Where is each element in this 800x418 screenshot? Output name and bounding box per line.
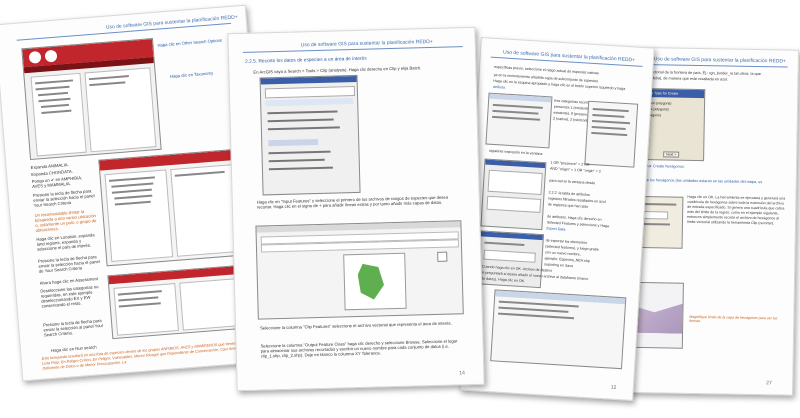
document-page-14: Uso de software GIS para sustentar la pl… xyxy=(227,26,485,392)
next-button[interactable]: Next > xyxy=(663,151,680,158)
step-item: Deseleccione las categorías no requerida… xyxy=(40,284,99,309)
query-builder-screenshot xyxy=(480,158,547,231)
page-number: 14 xyxy=(459,370,465,377)
step-item: Seleccione la columna "Output Feature Cl… xyxy=(260,338,458,359)
batch-clip-screenshot xyxy=(255,220,464,320)
step-item: Presione la tecla de flecha para enviar … xyxy=(42,317,104,338)
body-text: existente), 6 (presencia xyxy=(553,110,591,117)
body-text: para cerrar la ventana desde xyxy=(549,178,596,186)
step-item: Haga clic en Run search xyxy=(50,344,97,353)
arcgis-search-screenshot xyxy=(259,74,361,196)
step-item: Haga clic en OK. La herramienta se ejecu… xyxy=(686,194,786,226)
section-heading: 2.2.5. Recorte los datos de especies a u… xyxy=(245,56,367,65)
page-header: Uso de software GIS para sustentar la pl… xyxy=(653,56,787,65)
callout-label: Haga clic en Taxonomy xyxy=(169,70,214,79)
step-item: Presione la tecla de flecha para enviar … xyxy=(37,254,100,274)
attribute-table-screenshot xyxy=(485,92,553,149)
body-text: siguiente expresión en la ventana xyxy=(488,148,543,156)
step-item: Haga clic en Location, expanda land regi… xyxy=(36,232,95,252)
step-item: En ArcGIS vaya a Search > Tools > Clip (… xyxy=(253,65,422,75)
tip-note: Un recomendable limitar la búsqueda a un… xyxy=(34,208,97,233)
save-file-screenshot xyxy=(490,289,627,370)
body-text: AND "origin" = 1 OR "origin" = 2 xyxy=(549,166,601,174)
body-text: de registros que han sido xyxy=(547,202,589,209)
step-item: Ponga un ✔ en AMPHIBIA, AVES y MAMMALIA. xyxy=(31,175,83,189)
iucn-assessment-screenshot xyxy=(107,264,254,340)
image-caption: Magnifique límite de la capa de hexágono… xyxy=(689,314,778,324)
page-number: 12 xyxy=(610,384,617,391)
document-page-12: Uso de software GIS para sustentar la pl… xyxy=(459,37,655,401)
step-item: Presione la tecla de flecha para enviar … xyxy=(32,188,95,208)
page-footnote: Este búsqueda resultará en una lista de … xyxy=(41,340,255,371)
iucn-location-screenshot xyxy=(98,148,249,267)
callout-label: Haga clic en Other Search Options xyxy=(157,37,223,48)
iucn-taxonomy-screenshot xyxy=(21,38,162,161)
body-text: Export Data. xyxy=(546,226,567,232)
body-text: atributo. xyxy=(492,84,507,90)
context-menu-screenshot xyxy=(584,100,639,168)
step-item: Seleccione la columna "Clip Features" se… xyxy=(260,320,452,331)
page-number: 27 xyxy=(766,380,772,387)
body-text: con un nuevo nombre, xyxy=(544,250,581,257)
body-text: suporting en Save xyxy=(544,262,574,269)
step-item: Haga clic en "Input Features" y seleccio… xyxy=(256,194,449,210)
